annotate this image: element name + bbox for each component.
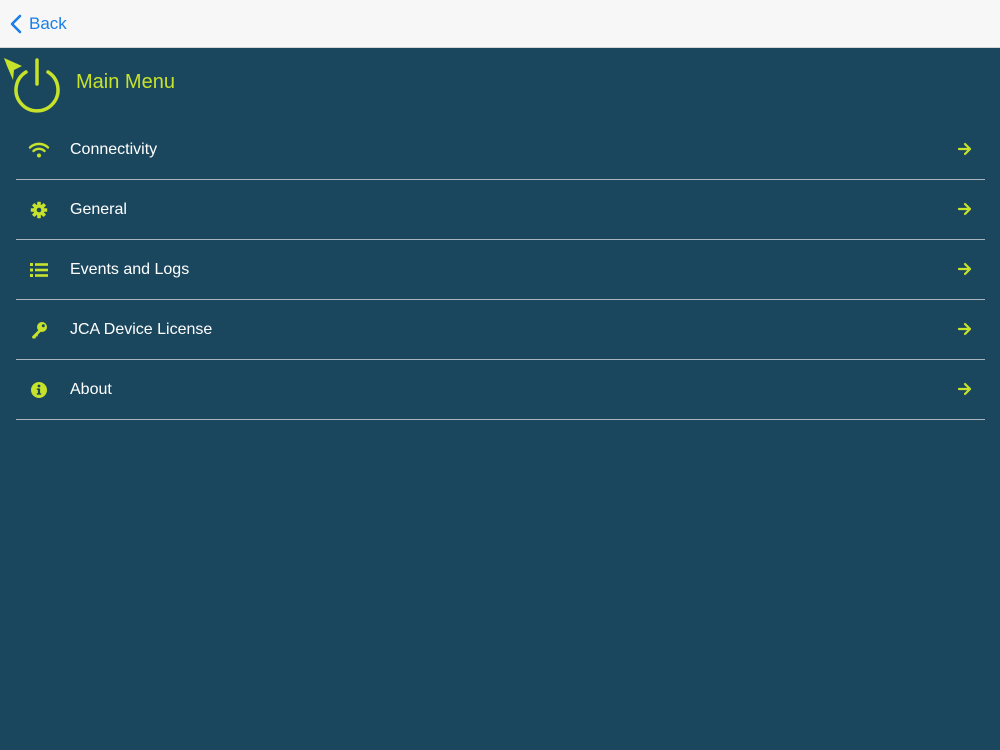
gear-icon — [28, 200, 50, 220]
list-icon — [28, 260, 50, 280]
main-content: Main Menu Connectivity General Events an… — [0, 48, 1000, 750]
page-header: Main Menu — [0, 48, 1000, 118]
menu-item-about[interactable]: About — [16, 360, 985, 420]
menu-item-label: General — [70, 201, 127, 218]
menu-item-label: About — [70, 381, 112, 398]
menu-item-events-and-logs[interactable]: Events and Logs — [16, 240, 985, 300]
menu-item-label: Events and Logs — [70, 261, 190, 278]
menu-item-jca-device-license[interactable]: JCA Device License — [16, 300, 985, 360]
power-icon — [4, 56, 64, 114]
arrow-right-icon — [957, 201, 973, 217]
back-button[interactable]: Back — [10, 11, 67, 37]
menu-item-label: JCA Device License — [70, 321, 213, 338]
main-menu-list: Connectivity General Events and Logs JCA… — [16, 120, 985, 420]
wifi-icon — [28, 140, 50, 160]
key-icon — [28, 320, 50, 340]
arrow-right-icon — [957, 141, 973, 157]
chevron-left-icon — [10, 14, 22, 34]
info-icon — [28, 380, 50, 400]
arrow-right-icon — [957, 321, 973, 337]
arrow-right-icon — [957, 261, 973, 277]
menu-item-general[interactable]: General — [16, 180, 985, 240]
menu-item-label: Connectivity — [70, 141, 158, 158]
back-label: Back — [29, 14, 67, 33]
arrow-right-icon — [957, 381, 973, 397]
menu-item-connectivity[interactable]: Connectivity — [16, 120, 985, 180]
navigation-bar: Back — [0, 0, 1000, 48]
page-title: Main Menu — [76, 71, 175, 93]
